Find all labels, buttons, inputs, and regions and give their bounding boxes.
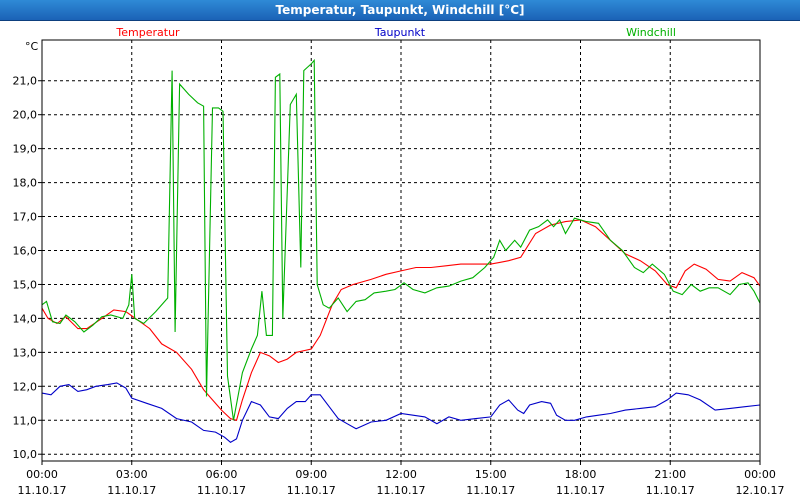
y-unit-label: °C [25,40,39,53]
legend-windchill: Windchill [626,26,676,39]
x-tick-date: 11.10.17 [466,484,515,497]
x-tick-time: 00:00 [26,468,58,481]
x-tick-date: 11.10.17 [197,484,246,497]
x-tick-time: 12:00 [385,468,417,481]
y-tick-label: 10,0 [13,448,38,461]
legend: Temperatur Taupunkt Windchill [115,26,676,39]
chart-svg: Temperatur Taupunkt Windchill 10,0 11,0 12,0… [13,26,785,497]
chart-title: Temperatur, Taupunkt, Windchill [°C] [0,0,800,21]
x-tick-time: 00:00 [744,468,776,481]
y-tick-label: 15,0 [13,278,38,291]
x-tick-date: 11.10.17 [107,484,156,497]
x-tick-time: 06:00 [206,468,238,481]
y-tick-label: 16,0 [13,245,38,258]
y-tick-label: 12,0 [13,380,38,393]
y-tick-label: 17,0 [13,211,38,224]
x-tick-date: 11.10.17 [646,484,695,497]
x-tick-date: 12.10.17 [736,484,785,497]
y-tick-label: 20,0 [13,109,38,122]
x-tick-time: 21:00 [654,468,686,481]
y-tick-label: 13,0 [13,346,38,359]
x-tick-time: 09:00 [295,468,327,481]
legend-temperatur: Temperatur [115,26,180,39]
x-tick-date: 11.10.17 [556,484,605,497]
chart-frame: Temperatur Taupunkt Windchill 10,0 11,0 12,0… [0,21,800,500]
axes [38,39,761,465]
x-tick-time: 03:00 [116,468,148,481]
y-tick-label: 11,0 [13,414,38,427]
x-tick-date: 11.10.17 [377,484,426,497]
y-tick-label: 14,0 [13,312,38,325]
legend-taupunkt: Taupunkt [374,26,426,39]
x-tick-time: 18:00 [565,468,597,481]
x-tick-time: 15:00 [475,468,507,481]
y-tick-label: 21,0 [13,75,38,88]
grid-lines [42,40,760,461]
x-tick-date: 11.10.17 [18,484,67,497]
tick-labels: 10,0 11,0 12,0 13,0 14,0 15,0 16,0 17,0 18,0 19,0… [13,40,785,497]
x-tick-date: 11.10.17 [287,484,336,497]
y-tick-label: 18,0 [13,177,38,190]
y-tick-label: 19,0 [13,143,38,156]
